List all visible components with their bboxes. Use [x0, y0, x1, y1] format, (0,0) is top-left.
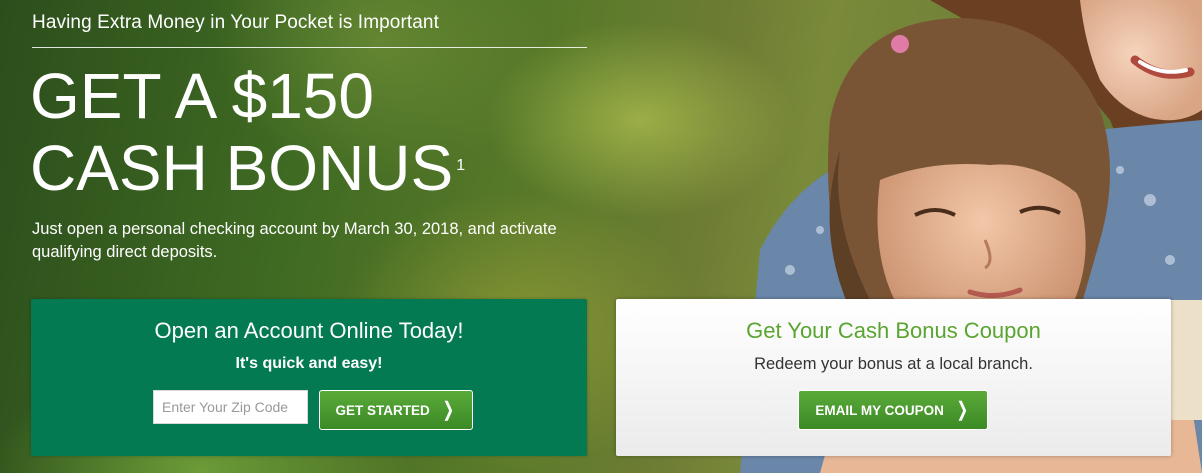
- headline-line-1: GET A $150: [30, 60, 374, 132]
- email-my-coupon-button[interactable]: EMAIL MY COUPON ❯: [798, 390, 988, 430]
- tagline-divider: [32, 47, 587, 48]
- open-account-panel: Open an Account Online Today! It's quick…: [31, 299, 587, 456]
- coupon-subtitle: Redeem your bonus at a local branch.: [754, 355, 1033, 373]
- get-started-label: GET STARTED: [335, 402, 430, 418]
- promo-hero: Having Extra Money in Your Pocket is Imp…: [0, 0, 1202, 473]
- chevron-right-icon: ❯: [956, 399, 969, 421]
- offer-description: Just open a personal checking account by…: [32, 220, 557, 261]
- get-started-button[interactable]: GET STARTED ❯: [319, 390, 473, 430]
- footnote-marker[interactable]: 1: [456, 157, 465, 174]
- headline: GET A $150 CASH BONUS 1: [30, 60, 590, 204]
- zip-code-input[interactable]: [153, 390, 308, 424]
- cash-bonus-coupon-panel: Get Your Cash Bonus Coupon Redeem your b…: [616, 299, 1171, 456]
- chevron-right-icon: ❯: [442, 399, 454, 421]
- headline-line-2: CASH BONUS: [30, 132, 454, 204]
- open-account-title: Open an Account Online Today!: [154, 318, 464, 343]
- coupon-title: Get Your Cash Bonus Coupon: [746, 318, 1041, 343]
- email-coupon-label: EMAIL MY COUPON: [815, 402, 944, 418]
- open-account-subtitle: It's quick and easy!: [235, 355, 383, 372]
- tagline: Having Extra Money in Your Pocket is Imp…: [32, 12, 439, 33]
